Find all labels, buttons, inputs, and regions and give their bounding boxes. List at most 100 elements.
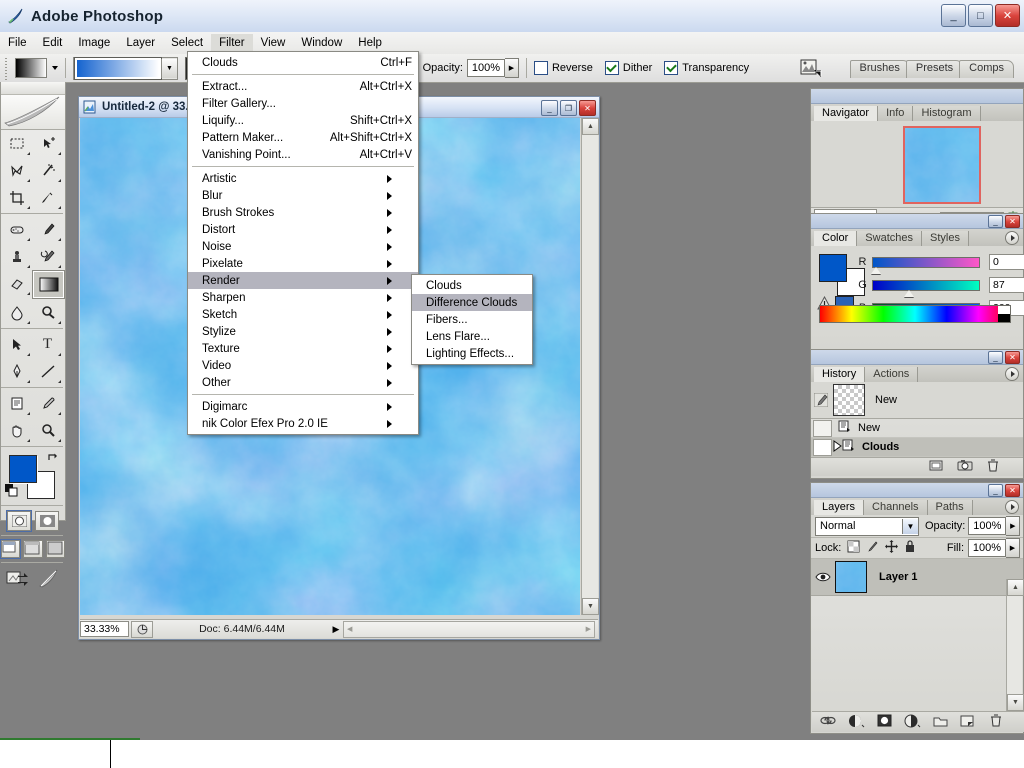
layers-list-scrollbar[interactable]: ▲ ▼	[1006, 579, 1024, 711]
layers-scroll-up-arrow-icon[interactable]: ▲	[1007, 579, 1024, 596]
tab-paths[interactable]: Paths	[927, 500, 973, 515]
tab-actions[interactable]: Actions	[865, 367, 919, 382]
filter-menu-item-video[interactable]: Video	[188, 357, 418, 374]
render-menu-item-lens-flare[interactable]: Lens Flare...	[412, 328, 532, 345]
healing-brush-tool[interactable]	[1, 216, 32, 243]
line-tool[interactable]	[32, 358, 63, 385]
minimize-button[interactable]: _	[941, 4, 966, 27]
tab-navigator[interactable]: Navigator	[814, 106, 879, 121]
layer-thumbnail[interactable]	[835, 561, 867, 593]
blur-tool[interactable]	[1, 299, 32, 326]
gradient-dropdown-arrow-icon[interactable]: ▼	[161, 58, 177, 78]
filter-menu-item-other[interactable]: Other	[188, 374, 418, 391]
color-palette-menu-icon[interactable]	[1005, 231, 1019, 245]
reverse-checkbox-wrap[interactable]: Reverse	[533, 61, 593, 75]
fill-stepper[interactable]: ▶	[1006, 538, 1020, 558]
slice-tool[interactable]	[32, 184, 63, 211]
filter-menu-item-sharpen[interactable]: Sharpen	[188, 289, 418, 306]
tab-swatches[interactable]: Swatches	[857, 231, 922, 246]
tab-layers[interactable]: Layers	[814, 500, 865, 515]
menu-edit[interactable]: Edit	[35, 34, 71, 53]
palette-well-tab-presets[interactable]: Presets	[905, 60, 964, 78]
history-state-new[interactable]: New	[811, 419, 1023, 438]
layers-scroll-down-arrow-icon[interactable]: ▼	[1007, 694, 1024, 711]
magic-wand-tool[interactable]	[32, 157, 63, 184]
filter-menu-item-nik-color-efex[interactable]: nik Color Efex Pro 2.0 IE	[188, 415, 418, 432]
color-palette-close-button[interactable]: ✕	[1005, 215, 1020, 228]
new-layer-icon[interactable]	[960, 715, 974, 730]
new-document-from-state-icon[interactable]	[929, 459, 943, 475]
layer-visibility-eye-icon[interactable]	[811, 571, 835, 583]
history-palette-menu-icon[interactable]	[1005, 367, 1019, 381]
filter-menu-item-filter-gallery[interactable]: Filter Gallery...	[188, 95, 418, 112]
filter-menu-item-sketch[interactable]: Sketch	[188, 306, 418, 323]
standard-mode-button[interactable]	[6, 510, 32, 532]
spectrum-white-black-end[interactable]	[998, 306, 1010, 322]
opacity-input[interactable]: 100%	[466, 59, 505, 77]
color-spectrum-ramp[interactable]	[819, 305, 1011, 323]
edit-in-imageready-icon[interactable]	[6, 569, 32, 592]
history-palette-minimize-button[interactable]: _	[988, 351, 1003, 364]
red-channel-value[interactable]: 0	[989, 254, 1024, 270]
quick-mask-mode-button[interactable]	[35, 511, 59, 531]
document-minimize-button[interactable]: _	[541, 100, 558, 116]
transparency-checkbox-wrap[interactable]: Transparency	[664, 61, 749, 75]
path-selection-tool[interactable]	[1, 331, 32, 358]
layers-palette-menu-icon[interactable]	[1005, 500, 1019, 514]
eyedropper-tool[interactable]	[32, 390, 63, 417]
gradient-preview[interactable]	[74, 56, 162, 80]
menu-select[interactable]: Select	[163, 34, 211, 53]
rectangular-marquee-tool[interactable]	[1, 130, 32, 157]
green-channel-slider[interactable]	[904, 289, 914, 297]
layers-opacity-stepper[interactable]: ▶	[1006, 516, 1021, 536]
filter-menu-item-digimarc[interactable]: Digimarc	[188, 398, 418, 415]
lock-transparent-pixels-icon[interactable]	[847, 540, 860, 556]
new-group-icon[interactable]	[933, 715, 948, 730]
history-palette-close-button[interactable]: ✕	[1005, 351, 1020, 364]
lock-all-icon[interactable]	[904, 540, 916, 556]
full-screen-menubar-button[interactable]	[23, 540, 43, 558]
layers-palette-close-button[interactable]: ✕	[1005, 484, 1020, 497]
render-menu-item-lighting-effects[interactable]: Lighting Effects...	[412, 345, 532, 362]
full-screen-mode-button[interactable]	[45, 540, 65, 558]
history-palette-header[interactable]: _ ✕	[811, 350, 1023, 365]
status-menu-arrow-icon[interactable]: ▶	[329, 624, 343, 635]
reverse-checkbox[interactable]	[533, 61, 548, 75]
type-tool[interactable]: T	[32, 331, 63, 358]
toolbox-gripper[interactable]	[1, 82, 65, 95]
render-menu-item-fibers[interactable]: Fibers...	[412, 311, 532, 328]
history-snapshot-row[interactable]: New	[811, 382, 1023, 419]
default-colors-icon[interactable]	[5, 484, 19, 501]
menu-help[interactable]: Help	[350, 34, 390, 53]
history-state-checkbox[interactable]	[813, 419, 832, 437]
brush-tool[interactable]	[32, 216, 63, 243]
close-button[interactable]: ✕	[995, 4, 1020, 27]
palette-well-tab-brushes[interactable]: Brushes	[849, 60, 910, 78]
gradient-preset-picker[interactable]: ▼	[73, 56, 178, 80]
clone-stamp-tool[interactable]	[1, 243, 32, 270]
delete-state-icon[interactable]	[987, 459, 999, 475]
filter-menu-item-pixelate[interactable]: Pixelate	[188, 255, 418, 272]
tab-color[interactable]: Color	[814, 231, 858, 246]
file-browser-icon[interactable]	[800, 58, 824, 80]
opacity-stepper[interactable]: ▶	[504, 58, 519, 78]
history-state-checkbox-2[interactable]	[813, 438, 832, 456]
zoom-level-input[interactable]: 33.33%	[80, 621, 129, 637]
palette-well-tab-comps[interactable]: Comps	[959, 60, 1014, 78]
filter-menu-item-stylize[interactable]: Stylize	[188, 323, 418, 340]
foreground-color-chip[interactable]	[9, 455, 37, 483]
tool-preset-caret-icon[interactable]	[52, 66, 58, 70]
blend-mode-chevron-down-icon[interactable]: ▼	[902, 518, 918, 534]
filter-menu-item-render[interactable]: Render	[188, 272, 418, 289]
filter-menu-item-vanishing-point[interactable]: Vanishing Point... Alt+Ctrl+V	[188, 146, 418, 163]
maximize-button[interactable]: □	[968, 4, 993, 27]
document-maximize-button[interactable]: ❐	[560, 100, 577, 116]
create-snapshot-icon[interactable]	[957, 459, 973, 475]
green-channel-value[interactable]: 87	[989, 277, 1024, 293]
scroll-up-arrow-icon[interactable]: ▲	[582, 118, 599, 135]
red-channel-ramp[interactable]	[871, 256, 980, 274]
menu-layer[interactable]: Layer	[118, 34, 163, 53]
menu-filter[interactable]: Filter	[211, 33, 253, 53]
notes-tool[interactable]	[1, 390, 32, 417]
layers-palette-header[interactable]: _ ✕	[811, 483, 1023, 498]
